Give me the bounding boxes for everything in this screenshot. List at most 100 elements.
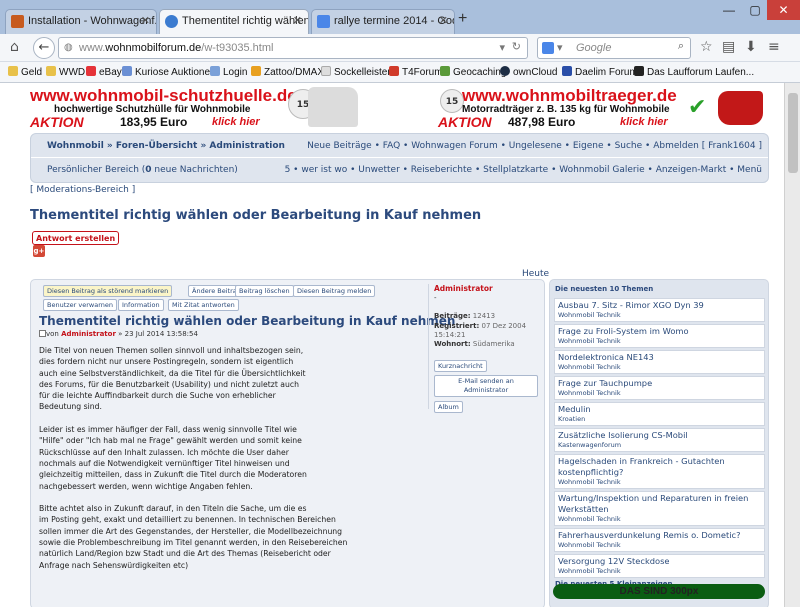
nav-galerie[interactable]: Wohnmobil Galerie: [559, 165, 644, 175]
list-item[interactable]: Wartung/Inspektion und Reparaturen in fr…: [554, 491, 765, 526]
bookmark-zattoo[interactable]: Zattoo/DMAX: [251, 66, 324, 78]
nav-suche[interactable]: Suche: [615, 141, 643, 151]
bookmark-kuriose[interactable]: Kuriose Auktionen: [122, 66, 216, 78]
url-domain: wohnmobilforum.de: [105, 42, 202, 54]
moderation-label: Moderations-Bereich: [36, 185, 129, 195]
topic-title: Frage zu Froli-System im Womo: [558, 326, 689, 336]
information-button[interactable]: Information: [118, 299, 164, 311]
bookmark-daelim[interactable]: Daelim Forum: [562, 66, 638, 78]
t4-icon: [389, 66, 399, 76]
profile-posts: Beiträge: 12413: [434, 312, 495, 320]
menu-icon[interactable]: ≡: [768, 39, 780, 55]
profile-name[interactable]: Administrator: [434, 284, 493, 293]
close-window-icon[interactable]: ✕: [767, 0, 800, 20]
list-item[interactable]: Ausbau 7. Sitz - Rimor XGO Dyn 39 Wohnmob…: [554, 298, 765, 322]
moderation-link[interactable]: [ Moderations-Bereich ]: [30, 185, 135, 195]
warn-user-button[interactable]: Benutzer verwarnen: [43, 299, 118, 311]
bookmark-t4forum[interactable]: T4Forum: [389, 66, 443, 78]
send-email-button[interactable]: E-Mail senden an Administrator: [434, 375, 538, 397]
delete-post-button[interactable]: Beitrag löschen: [235, 285, 294, 297]
tab-thementitel[interactable]: Thementitel richtig wählen... ✕: [159, 9, 309, 35]
bookmark-owncloud[interactable]: ownCloud: [500, 66, 557, 78]
mark-disruptive-button[interactable]: Diesen Beitrag als störend markieren: [43, 285, 173, 297]
breadcrumb-administration[interactable]: Administration: [209, 141, 285, 151]
list-item[interactable]: Versorgung 12V Steckdose Wohnmobil Techni…: [554, 554, 765, 578]
list-item[interactable]: Fahrerhausverdunkelung Remis o. Dometic?…: [554, 528, 765, 552]
private-message-button[interactable]: Kurznachricht: [434, 360, 487, 372]
home-icon[interactable]: ⌂: [10, 39, 19, 55]
list-item[interactable]: Frage zur Tauchpumpe Wohnmobil Technik: [554, 376, 765, 400]
url-bar[interactable]: ◍ www.wohnmobilforum.de/w-t93035.html ▾ …: [58, 37, 528, 59]
nav-abmelden[interactable]: Abmelden [ Frank1604 ]: [653, 141, 762, 151]
breadcrumb-foren-uebersicht[interactable]: Foren-Übersicht: [116, 141, 197, 151]
nav-stellplatzkarte[interactable]: Stellplatzkarte: [483, 165, 548, 175]
album-button[interactable]: Album: [434, 401, 463, 413]
nav-faq[interactable]: FAQ: [383, 141, 400, 151]
scrollbar-thumb[interactable]: [788, 93, 798, 173]
search-icon[interactable]: ⌕: [678, 40, 684, 53]
profile-location-value: Südamerika: [472, 340, 515, 348]
google-plus-icon[interactable]: g+: [33, 245, 45, 257]
bookmark-ebay[interactable]: eBay: [86, 66, 122, 78]
new-tab-icon[interactable]: +: [458, 10, 467, 28]
download-icon[interactable]: ⬇: [745, 39, 757, 55]
banner-schutzhuelle[interactable]: www.wohnmobil-schutzhuelle.de hochwertig…: [30, 83, 360, 135]
close-tab-icon[interactable]: ✕: [141, 14, 150, 27]
personal-area[interactable]: Persönlicher Bereich (0 neue Nachrichten…: [47, 158, 238, 182]
bookmarks-menu-icon[interactable]: ▤: [722, 39, 735, 55]
close-tab-icon[interactable]: ✕: [439, 14, 448, 27]
reload-icon[interactable]: ↻: [512, 40, 521, 53]
nav-wer-ist-wo[interactable]: wer ist wo: [301, 165, 347, 175]
bookmark-geocaching[interactable]: Geocaching: [440, 66, 506, 78]
post-line: im Posting geht, exakt und detailliert z…: [39, 515, 336, 525]
maximize-icon[interactable]: ▢: [743, 0, 767, 20]
tab-label: Thementitel richtig wählen...: [182, 15, 309, 27]
bookmark-geld[interactable]: Geld: [8, 66, 42, 78]
nav-online-count[interactable]: 5: [285, 165, 291, 175]
folder-icon: [8, 66, 18, 76]
list-item[interactable]: Frage zu Froli-System im Womo Wohnmobil T…: [554, 324, 765, 348]
minimize-icon[interactable]: —: [716, 0, 742, 20]
bookmark-login[interactable]: Login: [210, 66, 247, 78]
quote-reply-button[interactable]: Mit Zitat antworten: [168, 299, 239, 311]
bookmark-laufforum[interactable]: Das Laufforum Laufen...: [634, 66, 754, 78]
report-post-button[interactable]: Diesen Beitrag melden: [293, 285, 376, 297]
list-item[interactable]: Hagelschaden in Frankreich - Gutachten k…: [554, 454, 765, 489]
post-author[interactable]: Administrator: [61, 330, 116, 338]
forum-favicon-icon: [165, 15, 178, 28]
tab-google[interactable]: rallye termine 2014 - Googl... ✕: [311, 9, 455, 34]
bookmark-sockelleisten[interactable]: Sockelleisten: [321, 66, 393, 78]
post-line: "Hilfe" oder "Ich hab mal ne Frage" gewä…: [39, 436, 302, 446]
nav-wohnwagen-forum[interactable]: Wohnwagen Forum: [411, 141, 498, 151]
url-path: /w-t93035.html: [201, 42, 274, 54]
page-scrollbar[interactable]: [784, 83, 800, 607]
bookmark-wwd[interactable]: WWD: [46, 66, 85, 78]
list-item[interactable]: Medulin Kroatien: [554, 402, 765, 426]
banner-subtitle: Motorradträger z. B. 135 kg für Wohnmobi…: [462, 104, 670, 115]
nav-eigene[interactable]: Eigene: [573, 141, 604, 151]
tab-installation[interactable]: Installation - Wohnwagenf... ✕: [5, 9, 157, 34]
list-item[interactable]: Nordelektronica NE143 Wohnmobil Technik: [554, 350, 765, 374]
search-input[interactable]: ▾ Google ⌕: [537, 37, 691, 59]
nav-reiseberichte[interactable]: Reiseberichte: [411, 165, 472, 175]
banner-aktion: AKTION: [30, 114, 84, 130]
tab-label: rallye termine 2014 - Googl...: [334, 15, 454, 27]
browser-window: Installation - Wohnwagenf... ✕ Thementit…: [0, 0, 800, 607]
nav-ungelesene[interactable]: Ungelesene: [509, 141, 562, 151]
back-icon[interactable]: ←: [33, 37, 55, 59]
site-favicon-icon: [11, 15, 24, 28]
close-tab-icon[interactable]: ✕: [293, 14, 302, 27]
page-title[interactable]: Thementitel richtig wählen oder Bearbeit…: [30, 208, 481, 223]
nav-unwetter[interactable]: Unwetter: [358, 165, 399, 175]
list-item[interactable]: Zusätzliche Isolierung CS-Mobil Kastenwag…: [554, 428, 765, 452]
nav-anzeigen-markt[interactable]: Anzeigen-Markt: [656, 165, 727, 175]
topic-title: Ausbau 7. Sitz - Rimor XGO Dyn 39: [558, 300, 704, 310]
dropdown-arrow-icon[interactable]: ▾: [557, 41, 563, 54]
reply-button[interactable]: Antwort erstellen: [32, 231, 120, 245]
bookmark-star-icon[interactable]: ☆: [700, 39, 713, 55]
nav-neue-beitraege[interactable]: Neue Beiträge: [307, 141, 372, 151]
nav-menue[interactable]: Menü: [737, 165, 762, 175]
dropdown-arrow-icon[interactable]: ▾: [499, 41, 505, 54]
breadcrumb-wohnmobil[interactable]: Wohnmobil: [47, 141, 104, 151]
banner-traeger[interactable]: 15 www.wohnmobiltraeger.de Motorradträge…: [438, 83, 768, 135]
